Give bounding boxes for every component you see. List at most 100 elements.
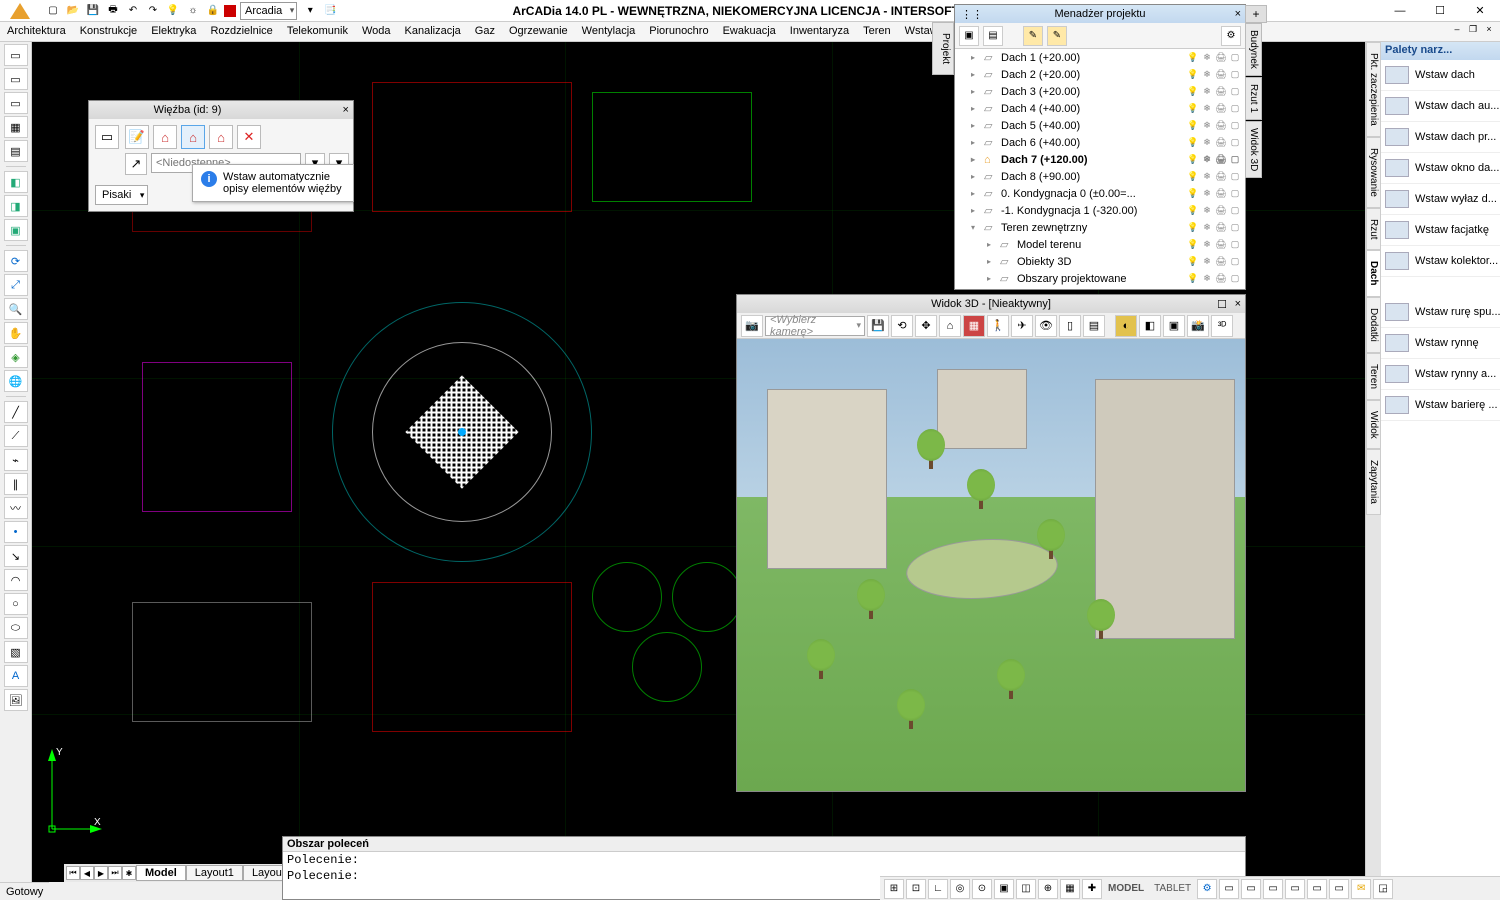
- tool-refresh[interactable]: ⟳: [4, 250, 28, 272]
- v3d-render2[interactable]: ◧: [1139, 315, 1161, 337]
- osnap-s1[interactable]: ▭: [1219, 879, 1239, 899]
- layer-settings-icon[interactable]: ▾: [301, 2, 319, 20]
- osnap-model[interactable]: MODEL: [1104, 883, 1148, 894]
- osnap-7[interactable]: ◫: [1016, 879, 1036, 899]
- proj-left-tab-projekt[interactable]: Projekt: [932, 22, 954, 75]
- osnap-mail[interactable]: ✉: [1351, 879, 1371, 899]
- osnap-s5[interactable]: ▭: [1307, 879, 1327, 899]
- tool-globe[interactable]: 🌐: [4, 370, 28, 392]
- tree-row[interactable]: ▸▱0. Kondygnacja 0 (±0.00=...💡❄🖨▢: [955, 185, 1245, 202]
- tree-row[interactable]: ▸▱Dach 6 (+40.00)💡❄🖨▢: [955, 134, 1245, 151]
- tree-row[interactable]: ▸▱-1. Kondygnacja 1 (-320.00)💡❄🖨▢: [955, 202, 1245, 219]
- osnap-tablet[interactable]: TABLET: [1150, 883, 1195, 894]
- bulb-icon[interactable]: 💡: [164, 2, 182, 20]
- tool-rect1[interactable]: ▭: [4, 44, 28, 66]
- tool-zoom[interactable]: 🔍: [4, 298, 28, 320]
- tree-row[interactable]: ▸▱Dach 3 (+20.00)💡❄🖨▢: [955, 83, 1245, 100]
- palette-item[interactable]: Wstaw dach au...: [1381, 91, 1500, 122]
- vtab-zapytania[interactable]: Zapytania: [1366, 449, 1381, 515]
- tool-spline[interactable]: 〰: [4, 497, 28, 519]
- proj-filter-icon[interactable]: ⚙: [1221, 26, 1241, 46]
- tree-row[interactable]: ▸▱Obiekty 3D💡❄🖨▢: [955, 253, 1245, 270]
- v3d-pan[interactable]: ✥: [915, 315, 937, 337]
- proj-side-tab[interactable]: Rzut 1: [1245, 77, 1262, 120]
- v3d-home[interactable]: ⌂: [939, 315, 961, 337]
- proj-grip-icon[interactable]: ⋮⋮: [961, 8, 983, 21]
- v3d-fly[interactable]: ✈: [1011, 315, 1033, 337]
- menu-rozdzielnice[interactable]: Rozdzielnice: [203, 22, 279, 41]
- project-manager-panel[interactable]: + Budynek Rzut 1 Widok 3D ⋮⋮ Menadżer pr…: [954, 4, 1246, 290]
- view3d-close-icon[interactable]: ×: [1235, 298, 1241, 310]
- layer-manager-icon[interactable]: 📑: [321, 2, 339, 20]
- v3d-render3[interactable]: ▣: [1163, 315, 1185, 337]
- palette-item[interactable]: Wstaw rurę spu...: [1381, 297, 1500, 328]
- menu-kanalizacja[interactable]: Kanalizacja: [398, 22, 468, 41]
- tab-nav-first[interactable]: ⏮: [66, 866, 80, 880]
- vtab-rzut[interactable]: Rzut: [1366, 208, 1381, 251]
- osnap-8[interactable]: ⊕: [1038, 879, 1058, 899]
- vtab-dach[interactable]: Dach: [1366, 250, 1381, 296]
- menu-inwentaryza[interactable]: Inwentaryza: [783, 22, 856, 41]
- proj-tb-4[interactable]: ✎: [1047, 26, 1067, 46]
- menu-ewakuacja[interactable]: Ewakuacja: [716, 22, 783, 41]
- mdi-restore-icon[interactable]: ❐: [1466, 22, 1480, 36]
- tool-text[interactable]: A: [4, 665, 28, 687]
- tool-ellipse[interactable]: ⬭: [4, 617, 28, 639]
- wiezba-ref-icon[interactable]: ↗: [125, 153, 147, 175]
- tool-circle[interactable]: ○: [4, 593, 28, 615]
- v3d-section[interactable]: ▯: [1059, 315, 1081, 337]
- mdi-close-icon[interactable]: ×: [1482, 22, 1496, 36]
- tool-ray[interactable]: ↘: [4, 545, 28, 567]
- tool-grid[interactable]: ▦: [4, 116, 28, 138]
- tree-row[interactable]: ▸▱Obszary projektowane💡❄🖨▢: [955, 270, 1245, 287]
- vtab-widok[interactable]: Widok: [1366, 400, 1381, 450]
- proj-tree[interactable]: ▸▱Dach 1 (+20.00)💡❄🖨▢▸▱Dach 2 (+20.00)💡❄…: [955, 49, 1245, 289]
- palette-item[interactable]: Wstaw okno da...: [1381, 153, 1500, 184]
- tab-nav-add[interactable]: ✱: [122, 866, 136, 880]
- redo-icon[interactable]: ↷: [144, 2, 162, 20]
- tree-row[interactable]: ▸▱Model terenu💡❄🖨▢: [955, 236, 1245, 253]
- tool-point[interactable]: •: [4, 521, 28, 543]
- palette-item[interactable]: Wstaw barierę ...: [1381, 390, 1500, 421]
- osnap-expand[interactable]: ◲: [1373, 879, 1393, 899]
- osnap-4[interactable]: ◎: [950, 879, 970, 899]
- sun-icon[interactable]: ☼: [184, 2, 202, 20]
- palette-item[interactable]: Wstaw kolektor...: [1381, 246, 1500, 277]
- menu-woda[interactable]: Woda: [355, 22, 398, 41]
- tool-3d1[interactable]: ◧: [4, 171, 28, 193]
- proj-tb-3[interactable]: ✎: [1023, 26, 1043, 46]
- layer-combo[interactable]: Arcadia: [240, 2, 297, 20]
- wiezba-tool-note[interactable]: 📝: [125, 125, 149, 149]
- tool-arc[interactable]: ◠: [4, 569, 28, 591]
- model-tab[interactable]: Model: [136, 865, 186, 881]
- tool-3d2[interactable]: ◨: [4, 195, 28, 217]
- wiezba-tool-home1[interactable]: ⌂: [153, 125, 177, 149]
- new-icon[interactable]: ▢: [44, 2, 62, 20]
- v3d-render1[interactable]: ◐: [1115, 315, 1137, 337]
- undo-icon[interactable]: ↶: [124, 2, 142, 20]
- tool-table[interactable]: ▤: [4, 140, 28, 162]
- tool-zoom-extents[interactable]: ⤢: [4, 274, 28, 296]
- osnap-9[interactable]: ▦: [1060, 879, 1080, 899]
- tab-nav-next[interactable]: ▶: [94, 866, 108, 880]
- view3d-panel[interactable]: Widok 3D - [Nieaktywny] ☐ × 📷 <Wybierz k…: [736, 294, 1246, 792]
- osnap-2[interactable]: ⊡: [906, 879, 926, 899]
- tool-line[interactable]: ╱: [4, 401, 28, 423]
- tool-pan[interactable]: ✋: [4, 322, 28, 344]
- menu-wentylacja[interactable]: Wentylacja: [575, 22, 643, 41]
- palette-item[interactable]: Wstaw facjatkę: [1381, 215, 1500, 246]
- tool-rect3[interactable]: ▭: [4, 92, 28, 114]
- mdi-minimize-icon[interactable]: –: [1450, 22, 1464, 36]
- menu-gaz[interactable]: Gaz: [468, 22, 502, 41]
- palette-item[interactable]: Wstaw dach pr...: [1381, 122, 1500, 153]
- tool-cube[interactable]: ◈: [4, 346, 28, 368]
- tree-row[interactable]: ▸▱Dach 4 (+40.00)💡❄🖨▢: [955, 100, 1245, 117]
- proj-side-tab[interactable]: Budynek: [1245, 23, 1262, 76]
- proj-close-icon[interactable]: ×: [1235, 8, 1241, 20]
- wiezba-btn-1[interactable]: ▭: [95, 125, 119, 149]
- v3d-look[interactable]: 👁: [1035, 315, 1057, 337]
- osnap-gear[interactable]: ⚙: [1197, 879, 1217, 899]
- tree-row[interactable]: ▸▱Dach 1 (+20.00)💡❄🖨▢: [955, 49, 1245, 66]
- palette-item[interactable]: Wstaw wyłaz d...: [1381, 184, 1500, 215]
- vtab-teren[interactable]: Teren: [1366, 353, 1381, 400]
